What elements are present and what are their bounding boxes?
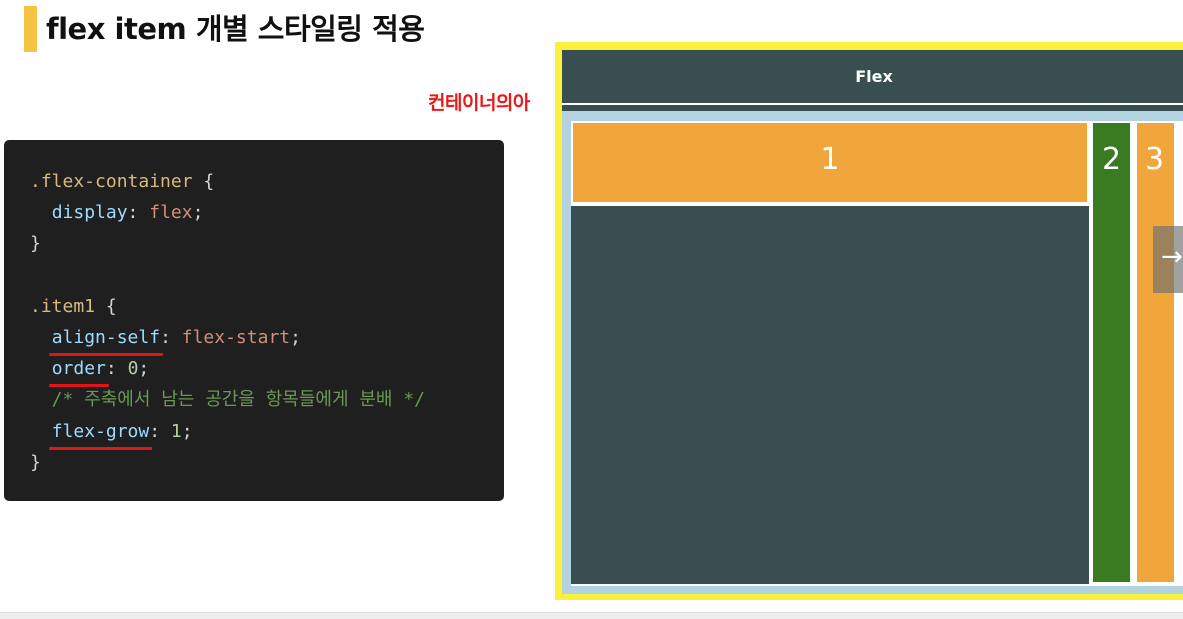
code-token: : (160, 326, 182, 348)
code-token: } (30, 451, 41, 473)
code-token: flex (149, 202, 193, 224)
code-line: } (30, 447, 504, 478)
underlined-code-token: order (48, 353, 110, 388)
flex-item-1: 1 (573, 123, 1087, 202)
code-token: { (192, 171, 215, 192)
code-line: order: 0; (30, 353, 504, 388)
code-token: /* 주축에서 남는 공간을 항목들에게 분배 */ (30, 389, 426, 411)
code-block: .flex-container { display: flex;} .item1 … (4, 140, 504, 501)
code-token: { (95, 295, 117, 317)
code-token: : (149, 420, 171, 442)
code-line: /* 주축에서 남는 공간을 항목들에게 분배 */ (30, 384, 504, 415)
code-line: } (30, 228, 504, 259)
code-token: } (30, 233, 41, 255)
code-line: .flex-container { (30, 166, 504, 197)
code-token: flex-start (181, 326, 291, 348)
underlined-code-token: align-self (48, 322, 164, 357)
code-token: ; (192, 202, 204, 224)
code-line: align-self: flex-start; (30, 322, 504, 357)
code-token: display (51, 202, 128, 224)
code-line: flex-grow: 1; (30, 416, 504, 450)
code-token: .item1 (30, 295, 96, 317)
flex-item-3: 3 (1137, 123, 1174, 582)
container-annotation-label: 컨테이너의아 (428, 92, 530, 114)
footer-strip (0, 612, 1183, 619)
code-line: display: flex; (30, 197, 504, 228)
code-token: : (127, 202, 150, 224)
code-token: 0 (127, 358, 139, 380)
flex-container-background (571, 206, 1089, 584)
demo-header-title: Flex (855, 67, 893, 86)
code-token: .flex-container (30, 171, 193, 192)
flex-item-2: 2 (1093, 123, 1130, 582)
next-slide-button[interactable]: → (1153, 226, 1183, 293)
code-token: 1 (170, 420, 182, 442)
title-accent-bar (24, 6, 37, 52)
code-token: : (105, 358, 128, 380)
underlined-code-token: flex-grow (48, 416, 152, 450)
demo-header: Flex (562, 50, 1183, 105)
code-token: ; (290, 326, 301, 348)
page-title: flex item 개별 스타일링 적용 (46, 12, 425, 46)
code-token: ; (181, 420, 193, 442)
code-token: ; (138, 358, 150, 380)
code-line: .item1 { (30, 291, 504, 322)
arrow-right-icon: → (1161, 242, 1183, 272)
